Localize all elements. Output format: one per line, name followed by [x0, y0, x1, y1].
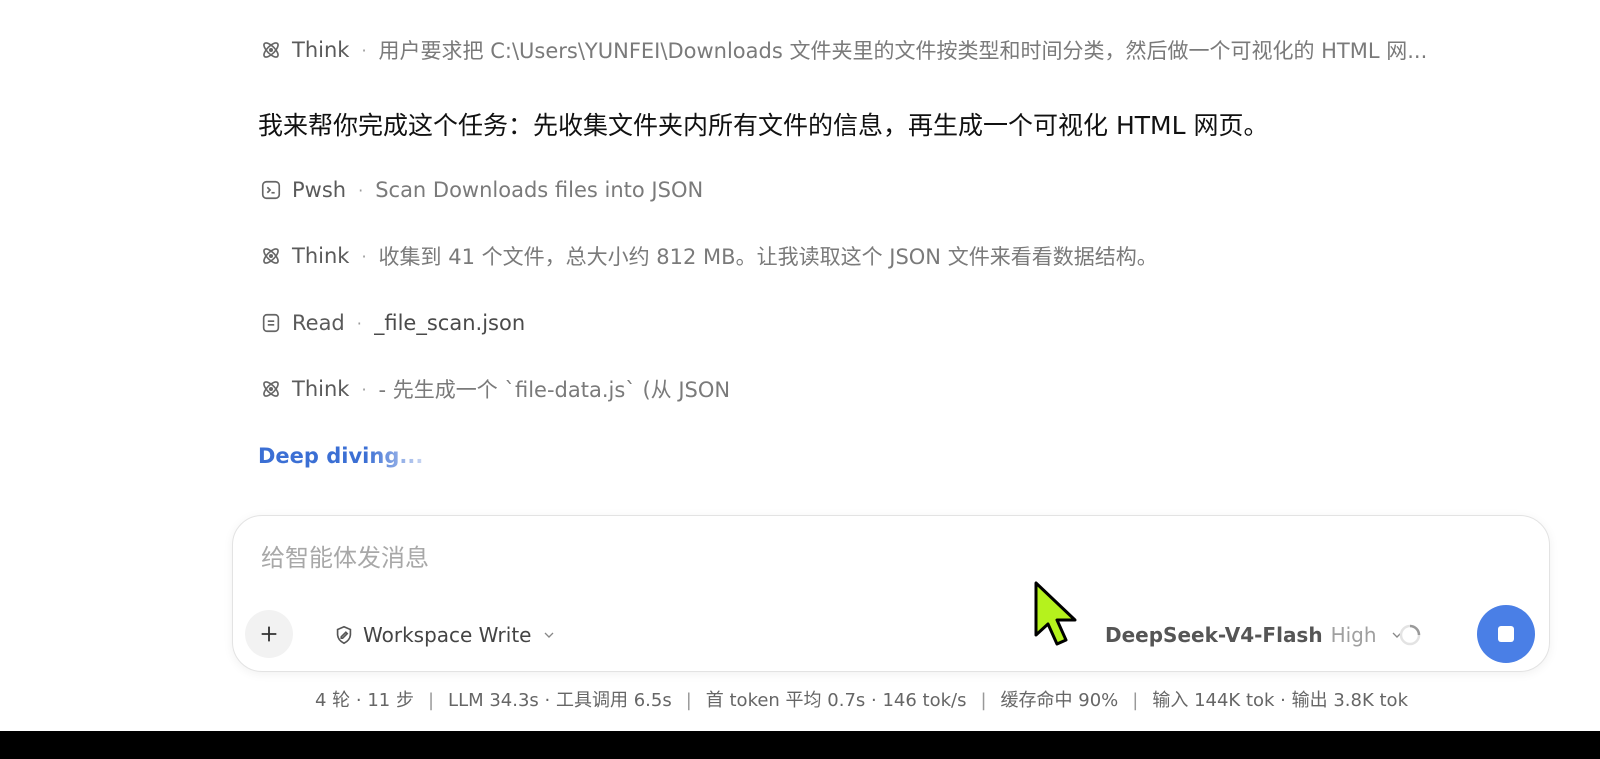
- atom-icon: [258, 376, 284, 402]
- stats-turns: 4 轮 · 11 步: [315, 690, 414, 711]
- atom-icon: [258, 243, 284, 269]
- stats-timing: LLM 34.3s · 工具调用 6.5s: [448, 690, 672, 711]
- stats-separator: |: [685, 690, 692, 711]
- separator-dot: ·: [361, 40, 367, 60]
- step-detail: 用户要求把 C:\Users\YUNFEI\Downloads 文件夹里的文件按…: [378, 39, 1428, 63]
- stats-tokens: 输入 144K tok · 输出 3.8K tok: [1152, 690, 1408, 711]
- stop-icon: [1498, 626, 1514, 642]
- atom-icon: [258, 37, 284, 63]
- assistant-message: 我来帮你完成这个任务：先收集文件夹内所有文件的信息，再生成一个可视化 HTML …: [258, 111, 1269, 140]
- stop-generation-button[interactable]: [1477, 605, 1535, 663]
- shield-edit-icon: [333, 624, 355, 646]
- terminal-icon: [258, 177, 284, 203]
- step-kind: Think: [292, 377, 350, 401]
- step-detail: 收集到 41 个文件，总大小约 812 MB。让我读取这个 JSON 文件来看看…: [378, 245, 1158, 269]
- session-stats: 4 轮 · 11 步 | LLM 34.3s · 工具调用 6.5s | 首 token…: [0, 686, 1600, 712]
- permission-mode-dropdown[interactable]: Workspace Write: [333, 620, 557, 650]
- stats-separator: |: [427, 690, 435, 711]
- separator-dot: ·: [361, 379, 367, 399]
- separator-dot: ·: [358, 180, 364, 200]
- separator-dot: ·: [361, 246, 367, 266]
- step-think-2[interactable]: Think · 收集到 41 个文件，总大小约 812 MB。让我读取这个 JS…: [258, 241, 1158, 271]
- stats-separator: |: [1132, 690, 1139, 711]
- model-name: DeepSeek-V4-Flash: [1105, 623, 1323, 647]
- step-detail: Scan Downloads files into JSON: [375, 178, 704, 202]
- plus-icon: [261, 626, 277, 642]
- step-detail: - 先生成一个 `file-data.js` (从 JSON: [378, 378, 731, 402]
- loading-spinner-icon: [1398, 623, 1422, 647]
- stats-speed: 首 token 平均 0.7s · 146 tok/s: [705, 690, 967, 711]
- separator-dot: ·: [356, 313, 362, 333]
- stats-separator: |: [980, 690, 987, 711]
- step-kind: Pwsh: [292, 178, 347, 202]
- step-think-3[interactable]: Think · - 先生成一个 `file-data.js` (从 JSON: [258, 374, 730, 404]
- step-kind: Think: [292, 38, 350, 62]
- mode-label: Workspace Write: [363, 623, 532, 647]
- message-input[interactable]: [261, 538, 1361, 578]
- stats-cache: 缓存命中 90%: [1000, 690, 1119, 711]
- model-effort: High: [1330, 623, 1377, 647]
- step-think-1[interactable]: Think · 用户要求把 C:\Users\YUNFEI\Downloads …: [258, 35, 1427, 65]
- chevron-down-icon: [541, 627, 557, 643]
- file-link[interactable]: _file_scan.json: [374, 311, 525, 335]
- step-read[interactable]: Read · _file_scan.json: [258, 308, 525, 338]
- document-icon: [258, 310, 284, 336]
- step-pwsh[interactable]: Pwsh · Scan Downloads files into JSON: [258, 175, 703, 205]
- model-selector[interactable]: DeepSeek-V4-Flash High: [1105, 620, 1405, 650]
- status-deep-diving: Deep diving...: [258, 444, 424, 468]
- mouse-cursor-icon: [1033, 580, 1083, 650]
- screen-bottom-bar: [0, 731, 1600, 759]
- step-kind: Think: [292, 244, 350, 268]
- step-kind: Read: [292, 311, 345, 335]
- add-attachment-button[interactable]: [245, 610, 293, 658]
- message-composer: Workspace Write DeepSeek-V4-Flash High: [232, 515, 1550, 672]
